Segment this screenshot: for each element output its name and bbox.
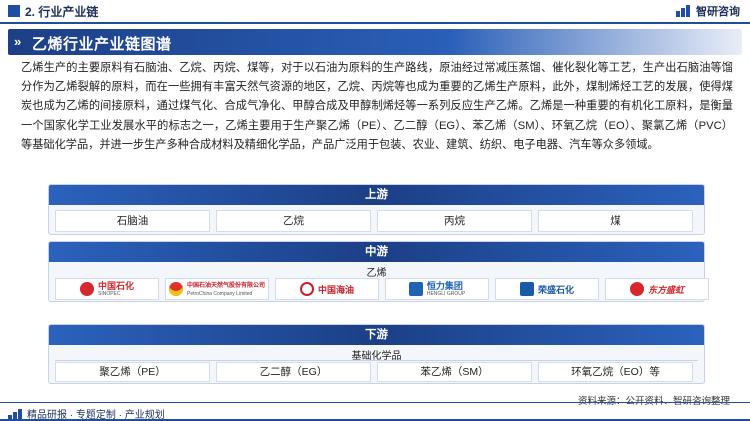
brand: 智研咨询 <box>676 3 740 19</box>
header-divider <box>0 22 750 24</box>
downstream-item: 环氧乙烷（EO）等 <box>538 362 693 382</box>
chevron-right-icon: » <box>14 34 22 49</box>
midstream-sublabel: 乙烯 <box>366 268 387 279</box>
downstream-item: 乙二醇（EG） <box>216 362 371 382</box>
upstream-item: 丙烷 <box>377 210 532 232</box>
section-title: 2. 行业产业链 <box>25 5 99 19</box>
midstream-header: 中游 <box>49 242 704 262</box>
dongfang-shenghong-logo-icon <box>629 282 644 296</box>
upstream-item: 煤 <box>538 210 693 232</box>
company-subname: PetroChina Company Limited <box>186 291 253 297</box>
downstream-header: 下游 <box>49 325 704 345</box>
petrochina-logo: 中国石油天然气股份有限公司 PetroChina Company Limited <box>165 278 269 300</box>
cnooc-logo: 中国海油 <box>275 278 379 300</box>
intro-paragraph: 乙烯生产的主要原料有石脑油、乙烷、丙烷、煤等，对于以石油为原料的生产路线，原油经… <box>21 62 733 151</box>
company-name: 中国海油 <box>317 284 354 295</box>
sinopec-logo: 中国石化 SINOPEC <box>55 278 159 300</box>
downstream-item: 聚乙烯（PE） <box>55 362 210 382</box>
footer-divider <box>0 402 750 403</box>
page-title-bar: » 乙烯行业产业链图谱 <box>8 29 742 55</box>
brand-name: 智研咨询 <box>696 6 740 18</box>
rongsheng-logo-icon <box>519 282 534 296</box>
cnooc-logo-icon <box>299 282 314 296</box>
upstream-item: 乙烷 <box>216 210 371 232</box>
dongfang-shenghong-logo: 东方盛虹 <box>605 278 709 300</box>
midstream-panel: 中游 乙烯 中国石化 SINOPEC 中国石油天然气股份有限公司 PetroCh… <box>48 241 709 302</box>
company-name: 荣盛石化 <box>537 284 574 295</box>
source-note: 资料来源：公开资料、智研咨询整理 <box>578 393 730 407</box>
company-name: 中国石油天然气股份有限公司 <box>186 283 265 289</box>
sinopec-logo-icon <box>79 282 94 296</box>
company-name: 中国石化 <box>97 281 134 291</box>
rongsheng-logo: 荣盛石化 <box>495 278 599 300</box>
section-marker <box>8 5 20 17</box>
downstream-panel: 下游 基础化学品 聚乙烯（PE） 乙二醇（EG） 苯乙烯（SM） 环氧乙烷（EO… <box>48 324 705 384</box>
downstream-item: 苯乙烯（SM） <box>377 362 532 382</box>
divider <box>55 360 698 361</box>
bar-logo-icon <box>8 408 22 420</box>
company-subname: SINOPEC <box>97 291 121 297</box>
upstream-item: 石脑油 <box>55 210 210 232</box>
company-name: 恒力集团 <box>426 281 463 291</box>
top-header: 2. 行业产业链 智研咨询 <box>0 0 750 22</box>
company-name: 东方盛虹 <box>647 284 684 295</box>
hengli-logo: 恒力集团 HENGLI GROUP <box>385 278 489 300</box>
upstream-panel: 上游 石脑油 乙烷 丙烷 煤 <box>48 184 705 235</box>
hengli-logo-icon <box>408 282 423 296</box>
bar-logo-icon <box>676 5 692 17</box>
upstream-header: 上游 <box>49 185 704 205</box>
page-title: 乙烯行业产业链图谱 <box>32 36 172 53</box>
company-subname: HENGLI GROUP <box>426 291 466 297</box>
petrochina-logo-icon <box>168 282 183 296</box>
